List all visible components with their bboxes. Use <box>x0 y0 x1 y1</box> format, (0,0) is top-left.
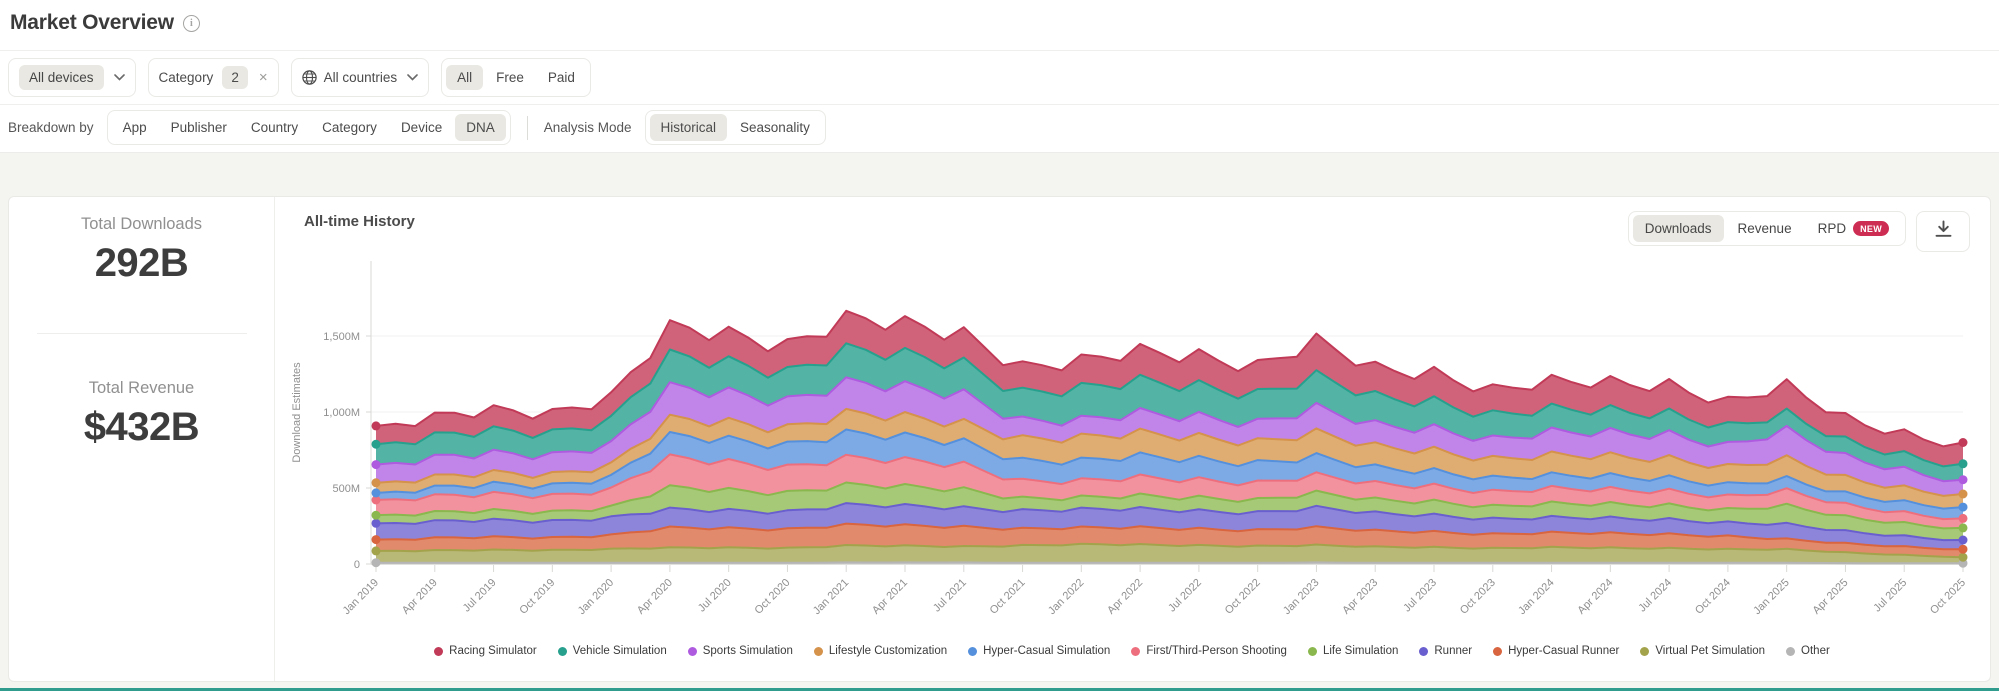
svg-text:Jan 2022: Jan 2022 <box>1046 577 1086 617</box>
stacked-area-chart[interactable]: 0 500M 1,000M 1,500M Download Estimates Jan 2… <box>274 197 1990 681</box>
svg-text:Oct 2024: Oct 2024 <box>1693 577 1733 617</box>
breakdown-label: Breakdown by <box>8 120 94 135</box>
svg-text:1,000M: 1,000M <box>323 407 360 419</box>
legend-dot <box>968 646 978 656</box>
total-revenue-value: $432B <box>83 405 200 449</box>
legend-item-racing-simulator[interactable]: Racing Simulator <box>434 645 537 657</box>
svg-text:Oct 2020: Oct 2020 <box>753 577 793 617</box>
svg-text:Oct 2023: Oct 2023 <box>1458 577 1498 617</box>
device-filter[interactable]: All devices <box>8 58 136 97</box>
analysis-mode-label: Analysis Mode <box>543 120 632 135</box>
breakdown-tab-country[interactable]: Country <box>240 114 309 141</box>
legend-dot <box>434 646 444 656</box>
svg-text:500M: 500M <box>332 483 360 495</box>
svg-text:Download Estimates: Download Estimates <box>291 362 303 463</box>
svg-text:Jul 2025: Jul 2025 <box>1871 577 1909 615</box>
chevron-down-icon <box>407 74 418 81</box>
breakdown-tab-device[interactable]: Device <box>390 114 453 141</box>
country-filter[interactable]: All countries <box>290 58 430 97</box>
breakdown-tabs: App Publisher Country Category Device DNA <box>106 110 511 145</box>
filter-bar: All devices Category 2 × All countries A <box>8 58 591 97</box>
breakdown-tab-category[interactable]: Category <box>311 114 388 141</box>
market-card: Total Downloads 292B Total Revenue $432B… <box>8 196 1991 682</box>
page-title: Market Overview <box>10 11 174 34</box>
info-icon[interactable]: i <box>182 14 200 32</box>
svg-text:0: 0 <box>354 559 360 571</box>
mode-tab-historical[interactable]: Historical <box>649 114 728 141</box>
total-downloads-value: 292B <box>94 241 189 285</box>
svg-text:Jul 2020: Jul 2020 <box>696 577 734 615</box>
device-filter-value[interactable]: All devices <box>19 65 104 90</box>
svg-text:Apr 2021: Apr 2021 <box>870 577 910 617</box>
svg-text:Apr 2023: Apr 2023 <box>1340 577 1380 617</box>
svg-text:Apr 2022: Apr 2022 <box>1105 577 1145 617</box>
legend-item-other[interactable]: Other <box>1786 645 1830 657</box>
legend-item-hyper-casual-simulation[interactable]: Hyper-Casual Simulation <box>968 645 1110 657</box>
svg-text:Oct 2019: Oct 2019 <box>517 577 557 617</box>
svg-text:Jan 2024: Jan 2024 <box>1516 577 1556 617</box>
svg-text:Jul 2024: Jul 2024 <box>1636 577 1674 615</box>
legend-item-virtual-pet-simulation[interactable]: Virtual Pet Simulation <box>1640 645 1765 657</box>
pricing-filter: All Free Paid <box>441 58 591 97</box>
pricing-option-free[interactable]: Free <box>485 65 535 90</box>
category-filter-label: Category <box>158 70 214 85</box>
svg-text:Apr 2025: Apr 2025 <box>1811 577 1851 617</box>
legend-item-hyper-casual-runner[interactable]: Hyper-Casual Runner <box>1493 645 1619 657</box>
globe-icon <box>301 70 317 85</box>
chart-legend: Racing Simulator Vehicle Simulation Sports… <box>274 645 1990 657</box>
legend-item-life-simulation[interactable]: Life Simulation <box>1307 645 1398 657</box>
analysis-mode-tabs: Historical Seasonality <box>644 110 826 145</box>
svg-text:Jan 2023: Jan 2023 <box>1281 577 1321 617</box>
breakdown-tab-publisher[interactable]: Publisher <box>160 114 238 141</box>
legend-dot <box>687 646 697 656</box>
divider <box>37 333 247 334</box>
legend-dot <box>1307 646 1317 656</box>
chevron-down-icon <box>113 74 125 81</box>
svg-text:Jul 2022: Jul 2022 <box>1166 577 1204 615</box>
svg-text:Apr 2020: Apr 2020 <box>635 577 675 617</box>
legend-dot <box>1786 646 1796 656</box>
svg-text:1,500M: 1,500M <box>323 331 360 343</box>
legend-item-lifestyle-customization[interactable]: Lifestyle Customization <box>813 645 947 657</box>
breakdown-tab-dna[interactable]: DNA <box>455 114 506 141</box>
country-filter-value: All countries <box>323 70 398 85</box>
pricing-option-paid[interactable]: Paid <box>537 65 586 90</box>
total-revenue-label: Total Revenue <box>88 379 195 397</box>
divider <box>526 115 528 140</box>
divider <box>0 50 1999 51</box>
legend-item-vehicle-simulation[interactable]: Vehicle Simulation <box>557 645 667 657</box>
legend-dot <box>1419 646 1429 656</box>
total-downloads-label: Total Downloads <box>80 215 203 233</box>
category-count-badge: 2 <box>222 66 248 89</box>
svg-text:Jan 2021: Jan 2021 <box>811 577 851 617</box>
svg-text:Jan 2025: Jan 2025 <box>1751 577 1791 617</box>
svg-text:Apr 2024: Apr 2024 <box>1575 577 1615 617</box>
breakdown-row: Breakdown by App Publisher Country Category… <box>8 110 826 145</box>
legend-dot <box>1493 646 1503 656</box>
legend-dot <box>1131 646 1141 656</box>
category-filter[interactable]: Category 2 × <box>147 58 279 97</box>
svg-text:Oct 2021: Oct 2021 <box>988 577 1028 617</box>
legend-dot <box>557 646 567 656</box>
breakdown-tab-app[interactable]: App <box>112 114 158 141</box>
divider <box>0 104 1999 105</box>
pricing-option-all[interactable]: All <box>446 65 484 90</box>
svg-text:Oct 2025: Oct 2025 <box>1928 577 1968 617</box>
legend-dot <box>1640 646 1650 656</box>
svg-text:Oct 2022: Oct 2022 <box>1223 577 1263 617</box>
legend-item-first-third-person-shooting[interactable]: First/Third-Person Shooting <box>1131 645 1287 657</box>
svg-text:Jul 2019: Jul 2019 <box>461 577 499 615</box>
svg-text:Jan 2020: Jan 2020 <box>576 577 616 617</box>
svg-text:Jul 2021: Jul 2021 <box>931 577 969 615</box>
market-overview-page: Market Overview i All devices Category 2… <box>0 0 1999 691</box>
legend-dot <box>813 646 823 656</box>
svg-text:Jul 2023: Jul 2023 <box>1401 577 1439 615</box>
legend-item-sports-simulation[interactable]: Sports Simulation <box>687 645 793 657</box>
mode-tab-seasonality[interactable]: Seasonality <box>729 114 821 141</box>
legend-item-runner[interactable]: Runner <box>1419 645 1472 657</box>
svg-text:Apr 2019: Apr 2019 <box>400 577 440 617</box>
close-icon[interactable]: × <box>259 70 268 85</box>
svg-text:Jan 2019: Jan 2019 <box>341 577 381 617</box>
